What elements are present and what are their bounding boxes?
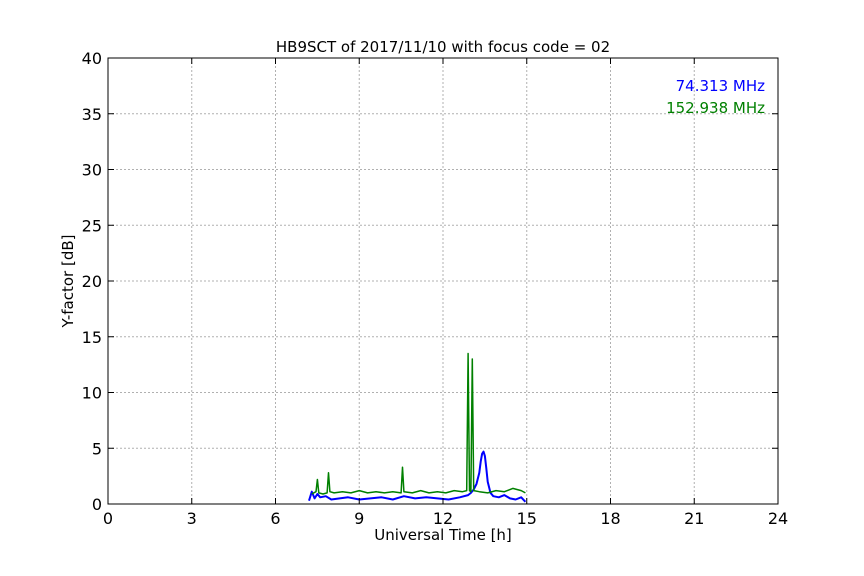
chart-title: HB9SCT of 2017/11/10 with focus code = 0… — [276, 38, 610, 56]
y-tick-label: 10 — [82, 384, 102, 403]
x-tick-label: 6 — [270, 509, 280, 528]
x-tick-label: 15 — [517, 509, 537, 528]
x-tick-label: 21 — [684, 509, 704, 528]
y-axis-label: Y-factor [dB] — [59, 234, 77, 328]
y-tick-label: 30 — [82, 161, 102, 180]
y-tick-label: 40 — [82, 49, 102, 68]
legend-entry-2: 152.938 MHz — [666, 99, 765, 117]
y-tick-label: 25 — [82, 216, 102, 235]
x-tick-label: 9 — [354, 509, 364, 528]
y-tick-label: 5 — [92, 439, 102, 458]
x-tick-label: 18 — [600, 509, 620, 528]
legend-entry-1: 74.313 MHz — [676, 77, 765, 95]
x-axis-label: Universal Time [h] — [374, 526, 512, 544]
y-tick-label: 35 — [82, 105, 102, 124]
y-tick-label: 15 — [82, 328, 102, 347]
y-tick-label: 0 — [92, 495, 102, 514]
x-tick-label: 24 — [768, 509, 788, 528]
chart: 0 3 6 9 12 15 18 21 240510152025303540 HB9SCT of… — [0, 0, 864, 576]
x-tick-label: 0 — [103, 509, 113, 528]
x-tick-label: 3 — [187, 509, 197, 528]
y-tick-label: 20 — [82, 272, 102, 291]
